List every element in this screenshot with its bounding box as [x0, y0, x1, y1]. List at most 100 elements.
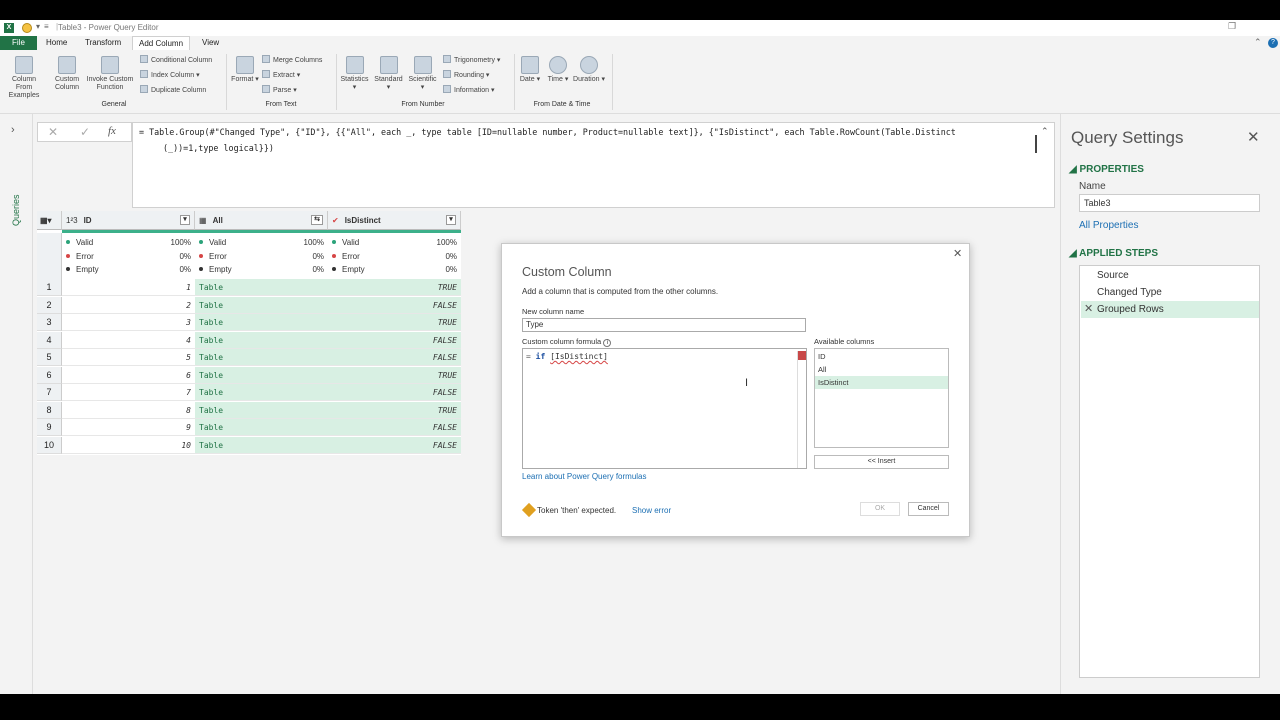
- cell-isdistinct[interactable]: FALSE: [328, 296, 461, 314]
- custom-formula-editor[interactable]: = if [IsDistinct]: [522, 348, 807, 469]
- column-header-all[interactable]: ▦ All ⇆: [195, 211, 328, 230]
- delete-step-icon[interactable]: ✕: [1084, 301, 1093, 318]
- cell-isdistinct[interactable]: TRUE: [328, 279, 461, 296]
- properties-header[interactable]: ◢ PROPERTIES: [1069, 164, 1144, 175]
- new-column-name-input[interactable]: Type: [522, 318, 806, 332]
- index-column-button[interactable]: Index Column ▾: [140, 70, 200, 82]
- close-icon[interactable]: ✕: [1247, 128, 1260, 146]
- statistics-button[interactable]: Statistics ▾: [338, 56, 371, 92]
- cell-id[interactable]: 6: [62, 366, 195, 384]
- cell-isdistinct[interactable]: FALSE: [328, 419, 461, 436]
- dropdown-icon[interactable]: ▾: [36, 22, 40, 31]
- cell-all[interactable]: Table: [195, 366, 328, 384]
- conditional-column-button[interactable]: Conditional Column: [140, 55, 212, 67]
- duration-button[interactable]: Duration ▾: [572, 56, 606, 84]
- cell-id[interactable]: 1: [62, 279, 195, 296]
- table-type-icon[interactable]: ▦: [199, 216, 207, 225]
- tab-view[interactable]: View: [196, 36, 225, 50]
- formula-scrollbar[interactable]: [1035, 135, 1037, 153]
- available-column-id[interactable]: ID: [815, 350, 948, 363]
- format-button[interactable]: Format ▾: [231, 56, 259, 84]
- cell-id[interactable]: 9: [62, 419, 195, 436]
- cell-all[interactable]: Table: [195, 384, 328, 401]
- expand-column-icon[interactable]: ⇆: [311, 215, 323, 225]
- cell-id[interactable]: 7: [62, 384, 195, 401]
- customize-icon[interactable]: ≡: [44, 22, 49, 31]
- available-column-all[interactable]: All: [815, 363, 948, 376]
- step-changed-type[interactable]: Changed Type: [1081, 284, 1259, 301]
- row-number[interactable]: 3: [37, 314, 62, 331]
- column-header-isdistinct[interactable]: ✔ IsDistinct ▾: [328, 211, 461, 230]
- help-icon[interactable]: ?: [1268, 38, 1278, 48]
- row-number[interactable]: 7: [37, 384, 62, 401]
- row-number[interactable]: 5: [37, 349, 62, 366]
- all-properties-link[interactable]: All Properties: [1079, 220, 1138, 231]
- row-number[interactable]: 10: [37, 436, 62, 454]
- tab-home[interactable]: Home: [40, 36, 73, 50]
- cell-all[interactable]: Table: [195, 296, 328, 314]
- fx-icon[interactable]: fx: [108, 125, 116, 137]
- tab-add-column[interactable]: Add Column: [132, 36, 191, 50]
- tab-transform[interactable]: Transform: [79, 36, 127, 50]
- collapse-ribbon-icon[interactable]: ⌃: [1254, 37, 1262, 48]
- merge-columns-button[interactable]: Merge Columns: [262, 55, 322, 67]
- smiley-icon[interactable]: [22, 23, 32, 33]
- cell-isdistinct[interactable]: FALSE: [328, 349, 461, 366]
- info-icon[interactable]: i: [603, 339, 612, 347]
- duplicate-column-button[interactable]: Duplicate Column: [140, 85, 206, 97]
- cell-all[interactable]: Table: [195, 331, 328, 349]
- cell-id[interactable]: 4: [62, 331, 195, 349]
- cell-id[interactable]: 2: [62, 296, 195, 314]
- available-column-isdistinct[interactable]: IsDistinct: [815, 376, 948, 389]
- scientific-button[interactable]: Scientific ▾: [406, 56, 439, 92]
- row-number[interactable]: 6: [37, 366, 62, 384]
- cell-id[interactable]: 10: [62, 436, 195, 454]
- filter-dropdown-icon[interactable]: ▾: [180, 215, 190, 225]
- step-source[interactable]: Source: [1081, 267, 1259, 284]
- cell-all[interactable]: Table: [195, 401, 328, 419]
- row-number[interactable]: 4: [37, 331, 62, 349]
- cell-isdistinct[interactable]: FALSE: [328, 331, 461, 349]
- row-number[interactable]: 2: [37, 296, 62, 314]
- custom-column-button[interactable]: Custom Column: [52, 56, 82, 92]
- invoke-custom-function-button[interactable]: Invoke Custom Function: [84, 56, 136, 92]
- cell-id[interactable]: 8: [62, 401, 195, 419]
- dialog-close-icon[interactable]: ✕: [953, 247, 962, 260]
- tab-file[interactable]: File: [0, 36, 37, 50]
- cell-all[interactable]: Table: [195, 436, 328, 454]
- filter-dropdown-icon[interactable]: ▾: [446, 215, 456, 225]
- collapse-formula-icon[interactable]: ⌃: [1041, 126, 1049, 137]
- date-button[interactable]: Date ▾: [517, 56, 543, 84]
- formula-editor[interactable]: = Table.Group(#"Changed Type", {"ID"}, {…: [132, 122, 1055, 208]
- column-header-id[interactable]: 1²3 ID ▾: [62, 211, 195, 230]
- extract-button[interactable]: Extract ▾: [262, 70, 300, 82]
- cell-id[interactable]: 3: [62, 314, 195, 331]
- column-from-examples-button[interactable]: Column From Examples: [4, 56, 44, 100]
- cell-isdistinct[interactable]: TRUE: [328, 366, 461, 384]
- parse-button[interactable]: Parse ▾: [262, 85, 297, 97]
- cell-isdistinct[interactable]: TRUE: [328, 314, 461, 331]
- trigonometry-button[interactable]: Trigonometry ▾: [443, 55, 500, 67]
- learn-formulas-link[interactable]: Learn about Power Query formulas: [522, 472, 647, 481]
- query-name-input[interactable]: Table3: [1079, 194, 1260, 212]
- time-button[interactable]: Time ▾: [545, 56, 571, 84]
- cell-all[interactable]: Table: [195, 314, 328, 331]
- logical-type-icon[interactable]: ✔: [332, 216, 339, 225]
- accept-formula-icon[interactable]: ✓: [80, 125, 90, 139]
- row-number[interactable]: 8: [37, 401, 62, 419]
- table-menu-icon[interactable]: ▦▾: [37, 211, 62, 230]
- applied-steps-header[interactable]: ◢ APPLIED STEPS: [1069, 248, 1158, 259]
- cell-isdistinct[interactable]: FALSE: [328, 384, 461, 401]
- step-grouped-rows[interactable]: ✕ Grouped Rows: [1081, 301, 1259, 318]
- standard-button[interactable]: Standard ▾: [372, 56, 405, 92]
- cell-all[interactable]: Table: [195, 279, 328, 296]
- cell-isdistinct[interactable]: TRUE: [328, 401, 461, 419]
- ok-button[interactable]: OK: [860, 502, 900, 516]
- expand-queries-icon[interactable]: ›: [11, 124, 15, 136]
- row-number[interactable]: 1: [37, 279, 62, 296]
- cell-all[interactable]: Table: [195, 349, 328, 366]
- cancel-formula-icon[interactable]: ✕: [48, 125, 58, 139]
- insert-button[interactable]: << Insert: [814, 455, 949, 469]
- cell-id[interactable]: 5: [62, 349, 195, 366]
- queries-label[interactable]: Queries: [4, 166, 28, 226]
